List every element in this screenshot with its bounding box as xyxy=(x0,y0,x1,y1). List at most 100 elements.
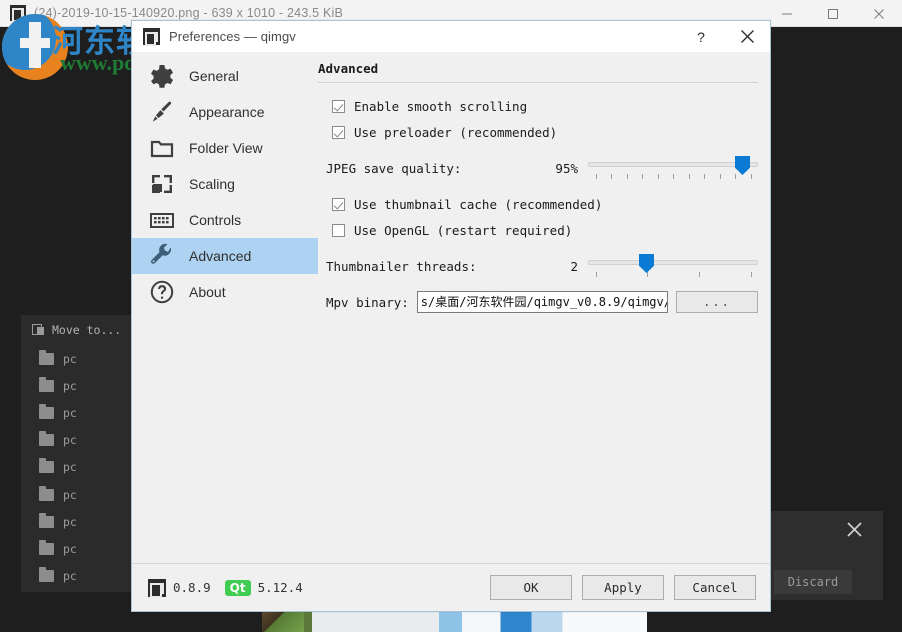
gear-icon xyxy=(148,62,176,90)
preferences-dialog: Preferences — qimgv ? General Appearance… xyxy=(131,20,771,612)
list-item[interactable]: pc xyxy=(21,508,138,535)
list-item-label: pc xyxy=(63,569,77,584)
thumbnail-cache-checkbox[interactable] xyxy=(332,197,345,211)
sidebar-item-label: Scaling xyxy=(189,176,235,192)
qimgv-icon xyxy=(10,5,26,22)
close-icon[interactable] xyxy=(846,521,863,543)
list-item[interactable]: pc xyxy=(21,563,138,590)
sidebar-item-label: Controls xyxy=(189,212,242,228)
folder-icon xyxy=(39,567,54,583)
sidebar-item-label: Appearance xyxy=(189,104,265,120)
thumbnailer-threads-slider[interactable] xyxy=(588,253,758,279)
smooth-scrolling-label: Enable smooth scrolling xyxy=(354,98,528,114)
question-icon xyxy=(148,278,176,306)
thumbnailer-threads-value: 2 xyxy=(570,258,578,274)
list-item-label: pc xyxy=(63,514,77,529)
jpeg-quality-slider[interactable] xyxy=(588,155,758,181)
preferences-titlebar: Preferences — qimgv ? xyxy=(132,21,770,52)
jpeg-quality-value: 95% xyxy=(555,160,578,176)
list-item[interactable]: pc xyxy=(21,345,138,372)
list-item-label: pc xyxy=(63,433,77,448)
thumbnail-cache-label: Use thumbnail cache (recommended) xyxy=(354,196,603,212)
list-item-label: pc xyxy=(63,460,77,475)
list-item[interactable]: pc xyxy=(21,372,138,399)
keyboard-icon xyxy=(148,206,176,234)
slider-ticks xyxy=(588,272,758,278)
scaling-icon xyxy=(148,170,176,198)
maximize-button[interactable] xyxy=(810,0,856,27)
sidebar-item-about[interactable]: About xyxy=(132,274,318,310)
sidebar-item-advanced[interactable]: Advanced xyxy=(132,238,318,274)
smooth-scrolling-checkbox[interactable] xyxy=(332,99,345,113)
thumbnailer-threads-row: Thumbnailer threads: 2 xyxy=(318,253,758,279)
preferences-footer: 0.8.9 Qt 5.12.4 OK Apply Cancel xyxy=(132,563,770,611)
sidebar-item-controls[interactable]: Controls xyxy=(132,202,318,238)
move-to-header: Move to... xyxy=(21,315,138,345)
list-item-label: pc xyxy=(63,487,77,502)
discard-button[interactable]: Discard xyxy=(774,570,852,594)
smooth-scrolling-row: Enable smooth scrolling xyxy=(318,95,758,117)
list-item[interactable]: pc xyxy=(21,454,138,481)
qt-version: 5.12.4 xyxy=(257,580,303,595)
mpv-browse-button[interactable]: ... xyxy=(676,291,758,313)
preloader-row: Use preloader (recommended) xyxy=(318,121,758,143)
slider-groove xyxy=(588,260,758,265)
move-to-header-label: Move to... xyxy=(52,323,122,337)
qimgv-icon xyxy=(148,578,166,598)
preferences-content: Advanced Enable smooth scrolling Use pre… xyxy=(318,52,770,563)
ok-button[interactable]: OK xyxy=(490,575,572,600)
apply-button[interactable]: Apply xyxy=(582,575,664,600)
slider-handle[interactable] xyxy=(639,254,654,273)
help-button[interactable]: ? xyxy=(678,21,724,52)
list-item-label: pc xyxy=(63,405,77,420)
slider-groove xyxy=(588,162,758,167)
list-item[interactable]: pc xyxy=(21,399,138,426)
list-item[interactable]: pc xyxy=(21,427,138,454)
sidebar-item-label: Advanced xyxy=(189,248,252,264)
app-version: 0.8.9 xyxy=(173,580,211,595)
wrench-icon xyxy=(148,242,176,270)
preloader-checkbox[interactable] xyxy=(332,125,345,139)
close-button[interactable] xyxy=(856,0,902,27)
sidebar-item-folder-view[interactable]: Folder View xyxy=(132,130,318,166)
sidebar-item-general[interactable]: General xyxy=(132,58,318,94)
folder-icon xyxy=(39,403,54,419)
sidebar-item-label: About xyxy=(189,284,226,300)
list-item-label: pc xyxy=(63,351,77,366)
screen: (24)-2019-10-15-140920.png - 639 x 1010 … xyxy=(0,0,902,632)
folder-icon xyxy=(39,458,54,474)
list-item[interactable]: pc xyxy=(21,481,138,508)
thumbnailer-threads-label: Thumbnailer threads: xyxy=(326,258,477,274)
qt-badge: Qt xyxy=(224,579,251,596)
folder-icon xyxy=(39,431,54,447)
window-controls xyxy=(764,0,902,27)
jpeg-quality-label: JPEG save quality: xyxy=(326,160,462,176)
brush-icon xyxy=(148,98,176,126)
folder-icon xyxy=(39,539,54,555)
mpv-binary-input[interactable]: s/桌面/河东软件园/qimgv_v0.8.9/qimgv/mpv.exe xyxy=(416,291,668,313)
background-window-title: (24)-2019-10-15-140920.png - 639 x 1010 … xyxy=(34,6,344,20)
jpeg-quality-row: JPEG save quality: 95% xyxy=(318,155,758,181)
folder-icon xyxy=(39,485,54,501)
sidebar-item-appearance[interactable]: Appearance xyxy=(132,94,318,130)
folder-icon xyxy=(39,512,54,528)
slider-handle[interactable] xyxy=(735,156,750,175)
close-icon[interactable] xyxy=(724,21,770,52)
page-title: Preferences — qimgv xyxy=(169,29,296,44)
divider xyxy=(318,82,758,83)
folder-icon xyxy=(39,376,54,392)
mpv-binary-label: Mpv binary: xyxy=(326,294,409,310)
section-heading: Advanced xyxy=(318,61,379,76)
sidebar-item-scaling[interactable]: Scaling xyxy=(132,166,318,202)
qimgv-icon xyxy=(143,28,160,46)
sidebar-item-label: General xyxy=(189,68,239,84)
footer-buttons: OK Apply Cancel xyxy=(490,575,756,600)
mpv-binary-row: Mpv binary: s/桌面/河东软件园/qimgv_v0.8.9/qimg… xyxy=(318,291,758,313)
opengl-checkbox[interactable] xyxy=(332,223,345,237)
opengl-row: Use OpenGL (restart required) xyxy=(318,219,758,241)
opengl-label: Use OpenGL (restart required) xyxy=(354,222,573,238)
list-item[interactable]: pc xyxy=(21,535,138,562)
move-to-icon xyxy=(32,324,45,336)
cancel-button[interactable]: Cancel xyxy=(674,575,756,600)
